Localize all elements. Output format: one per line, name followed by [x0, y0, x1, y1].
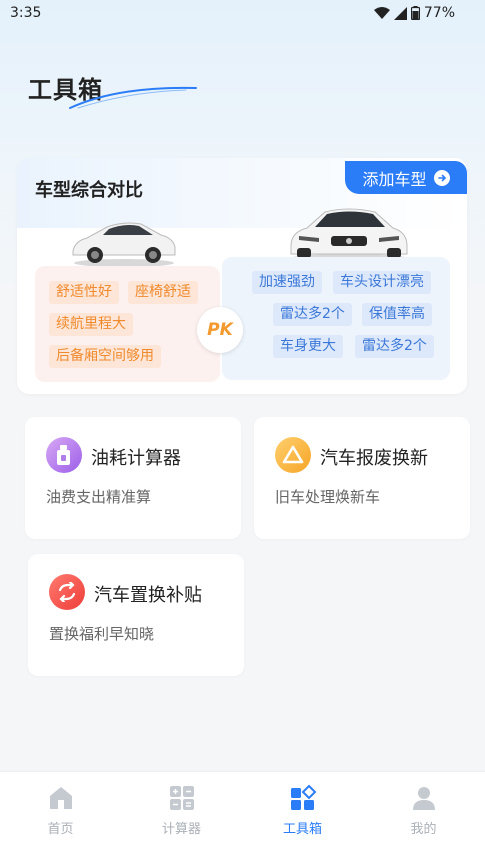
- pk-badge: PK: [197, 307, 243, 353]
- tab-profile[interactable]: 我的: [363, 772, 484, 862]
- person-icon: [413, 787, 435, 810]
- tool-title: 汽车报废换新: [320, 448, 428, 469]
- tag: 车身更大: [273, 335, 343, 358]
- add-model-button[interactable]: 添加车型: [345, 161, 467, 194]
- battery-icon: [410, 6, 420, 20]
- tab-label: 计算器: [161, 822, 201, 837]
- tool-subtitle: 旧车处理焕新车: [275, 488, 381, 506]
- scrap-renew-card[interactable]: 汽车报废换新 旧车处理焕新车: [254, 417, 470, 539]
- compare-title: 车型综合对比: [35, 180, 143, 201]
- status-icons: 77%: [373, 5, 455, 21]
- page-header: 工具箱: [28, 70, 197, 109]
- status-bar: 3:35 77%: [0, 0, 485, 28]
- model-compare-card[interactable]: 车型综合对比 添加车型 舒适性好 座椅舒适 续航里程大 后备厢空间够用 加速强劲…: [17, 158, 467, 394]
- tab-label: 首页: [47, 822, 74, 837]
- tool-subtitle: 油费支出精准算: [46, 488, 152, 506]
- status-time: 3:35: [10, 5, 42, 21]
- title-swoosh-decoration: [69, 86, 197, 109]
- car-left-image: [72, 222, 176, 267]
- tab-home[interactable]: 首页: [0, 772, 121, 862]
- left-car-tags: 舒适性好 座椅舒适 续航里程大 后备厢空间够用: [35, 266, 220, 382]
- pk-label: PK: [207, 320, 233, 340]
- tag: 加速强劲: [252, 271, 322, 294]
- fuel-can-icon: [46, 437, 82, 473]
- tool-title: 油耗计算器: [91, 448, 181, 469]
- tag: 后备厢空间够用: [49, 345, 161, 368]
- exchange-arrows-icon: [49, 574, 85, 610]
- tab-label: 我的: [410, 822, 437, 837]
- tag: 续航里程大: [49, 313, 133, 336]
- tag: 保值率高: [362, 303, 432, 326]
- wifi-icon: [373, 6, 390, 19]
- tab-toolbox[interactable]: 工具箱: [242, 772, 363, 862]
- tag: 舒适性好: [49, 281, 119, 304]
- tag: 雷达多2个: [355, 335, 434, 358]
- arrow-right-icon: [433, 169, 450, 186]
- toolbox-icon: [291, 784, 317, 810]
- bottom-tab-bar: 首页 计算器 工具箱 我的: [0, 771, 485, 862]
- tag: 座椅舒适: [128, 281, 198, 304]
- fuel-calculator-card[interactable]: 油耗计算器 油费支出精准算: [25, 417, 241, 539]
- add-model-label: 添加车型: [362, 169, 427, 189]
- signal-icon: [393, 6, 407, 20]
- recycle-triangle-icon: [275, 437, 311, 473]
- tag: 雷达多2个: [273, 303, 352, 326]
- tool-subtitle: 置换福利早知晓: [49, 625, 155, 643]
- tool-title: 汽车置换补贴: [94, 585, 202, 606]
- battery-percent: 77%: [423, 5, 455, 21]
- replacement-subsidy-card[interactable]: 汽车置换补贴 置换福利早知晓: [28, 554, 244, 676]
- tag: 车头设计漂亮: [333, 271, 431, 294]
- right-car-tags: 加速强劲 车头设计漂亮 雷达多2个 保值率高 车身更大 雷达多2个: [222, 257, 450, 380]
- calculator-icon: [170, 786, 194, 810]
- tab-calculator[interactable]: 计算器: [121, 772, 242, 862]
- home-icon: [50, 787, 72, 809]
- tab-label: 工具箱: [282, 822, 322, 837]
- car-right-image: [290, 208, 408, 262]
